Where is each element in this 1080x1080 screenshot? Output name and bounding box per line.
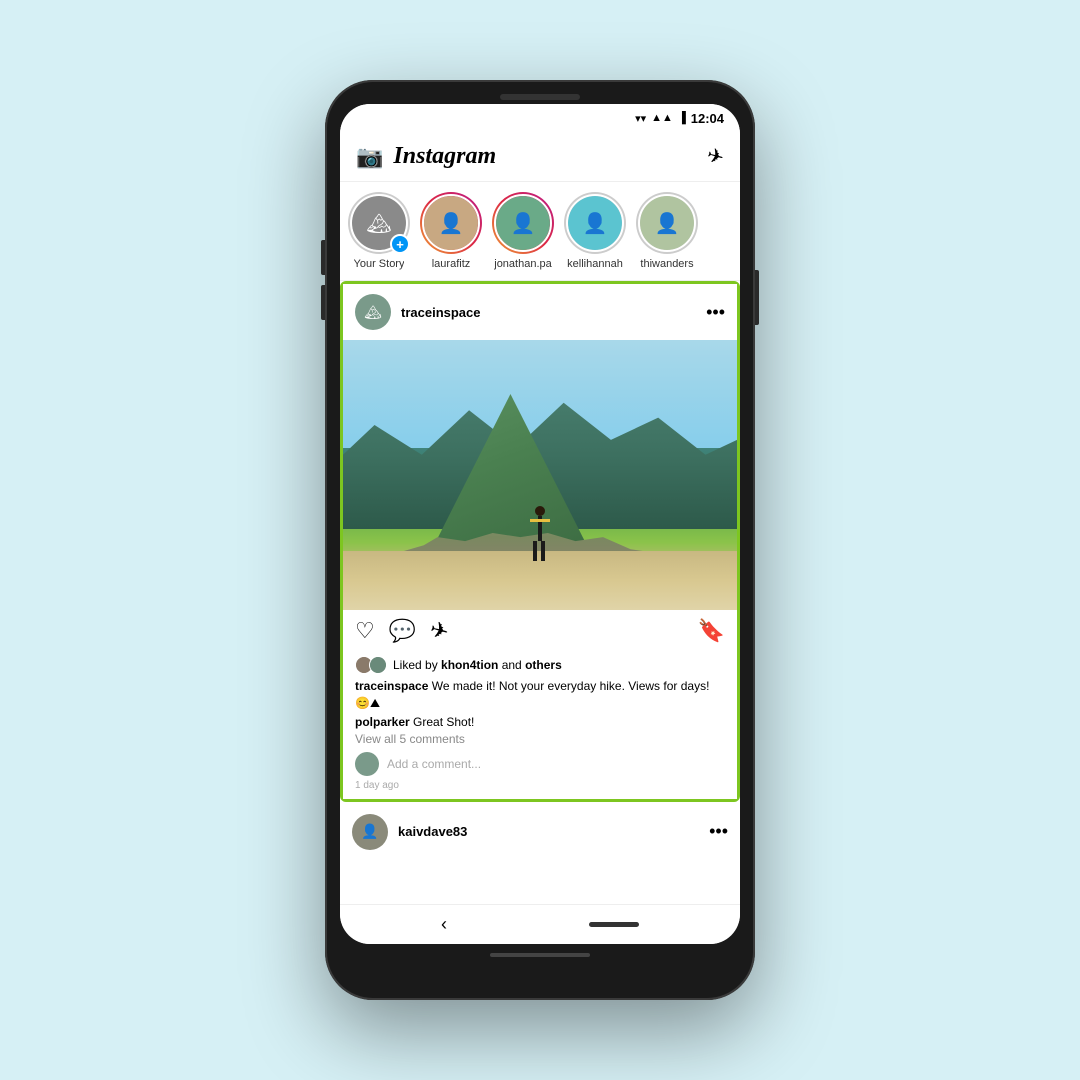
- story-ring-inner-kellihannah: 👤: [566, 194, 624, 252]
- story-label-thiwanders: thiwanders: [640, 258, 693, 270]
- caption-username: traceinspace: [355, 679, 428, 693]
- story-avatar-wrapper-laurafitz: 👤: [420, 192, 482, 254]
- home-indicator[interactable]: [589, 922, 639, 927]
- content-area[interactable]: 🏔 + Your Story 👤: [340, 182, 740, 904]
- post-1-actions-left: ♡ 💬 ✈: [355, 618, 449, 644]
- avatar-jonathanpa: 👤: [496, 196, 550, 250]
- status-icons: ▾▾ ▲▲ ▐ 12:04: [635, 111, 724, 126]
- avatar-laurafitz: 👤: [424, 196, 478, 250]
- add-comment-input[interactable]: Add a comment...: [387, 757, 725, 771]
- story-item-jonathanpa[interactable]: 👤 jonathan.pa: [492, 192, 554, 270]
- story-item-your-story[interactable]: 🏔 + Your Story: [348, 192, 410, 270]
- instagram-logo: Instagram: [393, 143, 496, 170]
- likes-row: Liked by khon4tion and others: [355, 656, 725, 674]
- story-avatar-wrapper-thiwanders: 👤: [636, 192, 698, 254]
- phone-shell: ▾▾ ▲▲ ▐ 12:04 📷 Instagram ✈: [325, 80, 755, 1000]
- bottom-nav-bar: ‹: [340, 904, 740, 944]
- comment-text: Great Shot!: [410, 715, 475, 729]
- share-icon[interactable]: ✈: [427, 616, 452, 646]
- battery-icon: ▐: [678, 112, 686, 124]
- status-bar: ▾▾ ▲▲ ▐ 12:04: [340, 104, 740, 132]
- signal-icon: ▲▲: [651, 112, 673, 124]
- liked-by-name: khon4tion: [441, 658, 498, 672]
- story-ring-inner-jonathanpa: 👤: [494, 194, 552, 252]
- power-button[interactable]: [755, 270, 759, 325]
- post-1: 🏔 traceinspace •••: [340, 281, 740, 802]
- figure-head: [535, 506, 545, 516]
- leg-right: [541, 541, 545, 561]
- vol-button-2[interactable]: [321, 285, 325, 320]
- story-ring-inner-thiwanders: 👤: [638, 194, 696, 252]
- comment-icon[interactable]: 💬: [389, 618, 416, 644]
- post-2-avatar[interactable]: 👤: [352, 814, 388, 850]
- story-label-kellihannah: kellihannah: [567, 258, 623, 270]
- person-figure: [531, 506, 549, 561]
- post-1-comment-preview: polparker Great Shot!: [355, 715, 725, 729]
- story-avatar-wrapper-jonathanpa: 👤: [492, 192, 554, 254]
- header-camera-icon[interactable]: 📷: [356, 144, 383, 170]
- add-comment-avatar: [355, 752, 379, 776]
- post-1-header: 🏔 traceinspace •••: [343, 284, 737, 340]
- story-avatar-wrapper-kellihannah: 👤: [564, 192, 626, 254]
- leg-left: [533, 541, 537, 561]
- post-1-username[interactable]: traceinspace: [401, 305, 481, 320]
- figure-legs: [533, 541, 547, 561]
- avatar-kellihannah: 👤: [568, 196, 622, 250]
- story-item-laurafitz[interactable]: 👤 laurafitz: [420, 192, 482, 270]
- wifi-icon: ▾▾: [635, 112, 646, 125]
- post-1-avatar[interactable]: 🏔: [355, 294, 391, 330]
- add-comment-row: Add a comment...: [355, 752, 725, 776]
- phone-screen: ▾▾ ▲▲ ▐ 12:04 📷 Instagram ✈: [340, 104, 740, 944]
- stories-row: 🏔 + Your Story 👤: [340, 182, 740, 281]
- post-1-image: [343, 340, 737, 610]
- vol-button-1[interactable]: [321, 240, 325, 275]
- bookmark-icon[interactable]: 🔖: [698, 618, 725, 644]
- story-item-thiwanders[interactable]: 👤 thiwanders: [636, 192, 698, 270]
- story-label-laurafitz: laurafitz: [432, 258, 471, 270]
- phone-bottom: [325, 944, 755, 974]
- story-ring-kellihannah: 👤: [564, 192, 626, 254]
- avatar-thiwanders: 👤: [640, 196, 694, 250]
- story-ring-laurafitz: 👤: [420, 192, 482, 254]
- post-1-user-info: 🏔 traceinspace: [355, 294, 481, 330]
- story-ring-inner-laurafitz: 👤: [422, 194, 480, 252]
- likes-avatars: [355, 656, 387, 674]
- figure-arms: [530, 519, 550, 522]
- post-2-user-info: 👤 kaivdave83: [352, 814, 467, 850]
- story-label-jonathanpa: jonathan.pa: [494, 258, 552, 270]
- logo-area: 📷 Instagram: [356, 143, 496, 170]
- like-icon[interactable]: ♡: [355, 618, 375, 644]
- phone-bottom-bar: [490, 953, 590, 957]
- post-2-header: 👤 kaivdave83 •••: [340, 802, 740, 862]
- header-send-icon[interactable]: ✈: [704, 142, 727, 170]
- liked-by-others: others: [525, 658, 562, 672]
- post-2-more-icon[interactable]: •••: [709, 821, 728, 842]
- post-1-timestamp: 1 day ago: [355, 780, 725, 791]
- instagram-header: 📷 Instagram ✈: [340, 132, 740, 182]
- story-ring-jonathanpa: 👤: [492, 192, 554, 254]
- post-1-caption: traceinspace We made it! Not your everyd…: [355, 678, 725, 712]
- figure-body: [538, 516, 542, 541]
- post-1-meta: Liked by khon4tion and others traceinspa…: [343, 652, 737, 799]
- story-item-kellihannah[interactable]: 👤 kellihannah: [564, 192, 626, 270]
- likes-text: Liked by khon4tion and others: [393, 658, 562, 672]
- nav-back-button[interactable]: ‹: [441, 914, 447, 935]
- post-2-username[interactable]: kaivdave83: [398, 824, 467, 839]
- story-ring-thiwanders: 👤: [636, 192, 698, 254]
- like-avatar-2: [369, 656, 387, 674]
- phone-top-bar: [325, 80, 755, 100]
- comment-username: polparker: [355, 715, 410, 729]
- post-1-more-icon[interactable]: •••: [706, 302, 725, 323]
- phone-speaker: [500, 94, 580, 100]
- story-avatar-wrapper-your-story: 🏔 +: [348, 192, 410, 254]
- mountain-scene: [343, 340, 737, 610]
- view-comments-link[interactable]: View all 5 comments: [355, 732, 725, 746]
- story-label-your-story: Your Story: [354, 258, 405, 270]
- status-time: 12:04: [691, 111, 724, 126]
- post-1-actions: ♡ 💬 ✈ 🔖: [343, 610, 737, 652]
- story-add-button[interactable]: +: [390, 234, 410, 254]
